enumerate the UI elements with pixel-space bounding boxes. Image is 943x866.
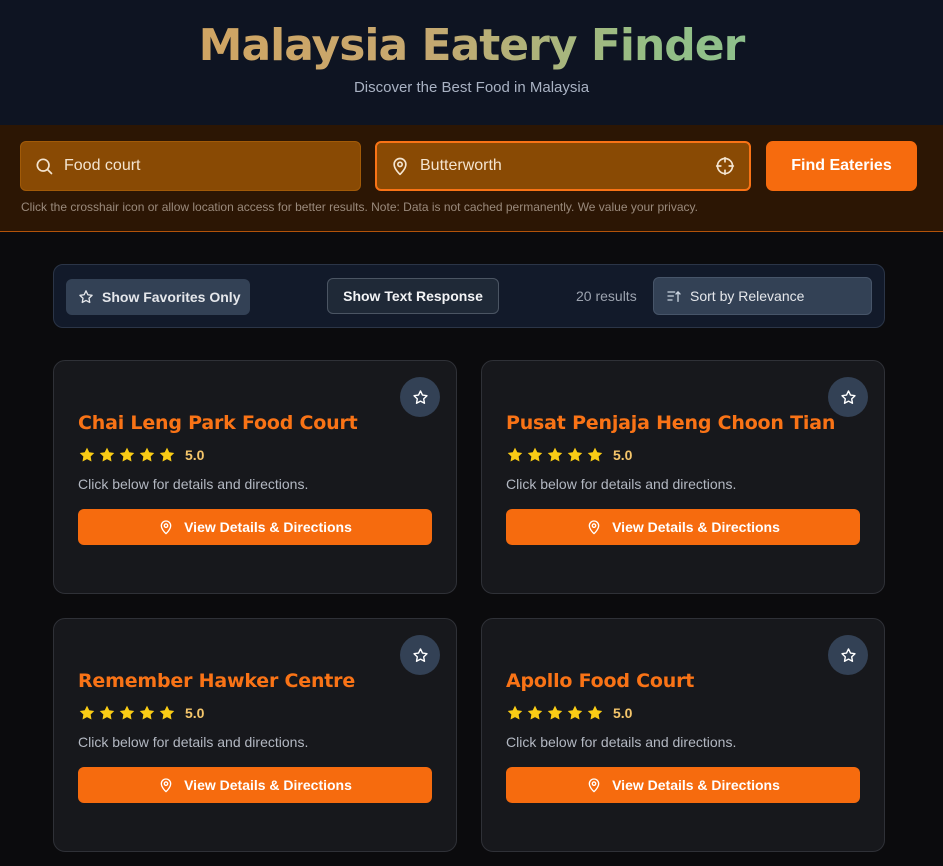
favorite-toggle-button[interactable] <box>400 377 440 417</box>
map-pin-icon <box>160 520 172 535</box>
star-filled-icon <box>119 705 135 720</box>
eatery-description: Click below for details and directions. <box>78 734 309 750</box>
view-details-button[interactable]: View Details & Directions <box>506 767 860 803</box>
star-filled-icon <box>587 447 603 462</box>
star-filled-icon <box>507 705 523 720</box>
favorite-toggle-button[interactable] <box>828 377 868 417</box>
eatery-card: Apollo Food Court 5.0 Click below for de… <box>481 618 885 852</box>
star-filled-icon <box>159 705 175 720</box>
star-filled-icon <box>567 705 583 720</box>
eatery-name: Remember Hawker Centre <box>78 670 356 692</box>
page-subtitle: Discover the Best Food in Malaysia <box>353 79 590 96</box>
star-filled-icon <box>139 447 155 462</box>
star-filled-icon <box>99 705 115 720</box>
star-rating: 5.0 <box>506 703 632 723</box>
view-details-label: View Details & Directions <box>612 777 780 793</box>
star-rating: 5.0 <box>78 703 204 723</box>
star-filled-icon <box>527 705 543 720</box>
eatery-card: Remember Hawker Centre 5.0 Click below f… <box>53 618 457 852</box>
star-rating: 5.0 <box>78 445 204 465</box>
view-details-button[interactable]: View Details & Directions <box>78 767 432 803</box>
star-filled-icon <box>139 705 155 720</box>
search-bar: Find Eateries Click the crosshair icon o… <box>0 125 943 232</box>
star-filled-icon <box>79 705 95 720</box>
eatery-card: Chai Leng Park Food Court 5.0 Click belo… <box>53 360 457 594</box>
results-count: 20 results <box>576 288 637 304</box>
eatery-name: Chai Leng Park Food Court <box>78 412 358 434</box>
star-outline-icon <box>79 290 93 304</box>
find-eateries-button[interactable]: Find Eateries <box>766 141 917 191</box>
star-filled-icon <box>547 447 563 462</box>
rating-stars <box>506 446 606 464</box>
rating-value: 5.0 <box>185 447 205 463</box>
eatery-description: Click below for details and directions. <box>78 476 309 492</box>
star-outline-icon <box>412 647 428 662</box>
star-outline-icon <box>840 647 856 662</box>
location-input[interactable] <box>420 157 715 175</box>
eatery-name: Pusat Penjaja Heng Choon Tian <box>506 412 836 434</box>
rating-value: 5.0 <box>613 447 633 463</box>
view-details-button[interactable]: View Details & Directions <box>78 509 432 545</box>
map-pin-icon <box>588 778 600 793</box>
view-details-label: View Details & Directions <box>612 519 780 535</box>
results-toolbar: Show Favorites Only Show Text Response 2… <box>53 264 885 328</box>
sort-select-label: Sort by Relevance <box>690 288 805 304</box>
food-search-input[interactable] <box>64 157 360 175</box>
star-filled-icon <box>587 705 603 720</box>
location-field[interactable] <box>375 141 751 191</box>
show-text-response-button[interactable]: Show Text Response <box>327 278 499 314</box>
star-filled-icon <box>99 447 115 462</box>
star-outline-icon <box>840 389 856 404</box>
eatery-description: Click below for details and directions. <box>506 734 737 750</box>
rating-stars <box>78 704 178 722</box>
crosshair-icon[interactable] <box>715 156 735 176</box>
rating-stars <box>78 446 178 464</box>
star-filled-icon <box>119 447 135 462</box>
rating-stars <box>506 704 606 722</box>
rating-value: 5.0 <box>613 705 633 721</box>
star-filled-icon <box>527 447 543 462</box>
star-filled-icon <box>547 705 563 720</box>
eatery-card: Pusat Penjaja Heng Choon Tian 5.0 Click … <box>481 360 885 594</box>
star-filled-icon <box>567 447 583 462</box>
eatery-name: Apollo Food Court <box>506 670 695 692</box>
app-header: Malaysia Eatery Finder Discover the Best… <box>0 0 943 125</box>
map-pin-icon <box>393 157 407 176</box>
view-details-label: View Details & Directions <box>184 519 352 535</box>
favorite-toggle-button[interactable] <box>400 635 440 675</box>
star-outline-icon <box>412 389 428 404</box>
show-favorites-button[interactable]: Show Favorites Only <box>66 279 250 315</box>
search-icon <box>36 158 53 175</box>
eatery-description: Click below for details and directions. <box>506 476 737 492</box>
star-filled-icon <box>507 447 523 462</box>
page-title: Malaysia Eatery Finder <box>0 18 943 74</box>
show-favorites-label: Show Favorites Only <box>102 289 241 305</box>
sort-ascending-icon <box>667 291 681 302</box>
view-details-button[interactable]: View Details & Directions <box>506 509 860 545</box>
map-pin-icon <box>160 778 172 793</box>
star-rating: 5.0 <box>506 445 632 465</box>
rating-value: 5.0 <box>185 705 205 721</box>
search-note: Click the crosshair icon or allow locati… <box>21 200 698 214</box>
favorite-toggle-button[interactable] <box>828 635 868 675</box>
star-filled-icon <box>79 447 95 462</box>
food-search-field[interactable] <box>20 141 361 191</box>
map-pin-icon <box>588 520 600 535</box>
star-filled-icon <box>159 447 175 462</box>
sort-select[interactable]: Sort by Relevance <box>653 277 872 315</box>
view-details-label: View Details & Directions <box>184 777 352 793</box>
